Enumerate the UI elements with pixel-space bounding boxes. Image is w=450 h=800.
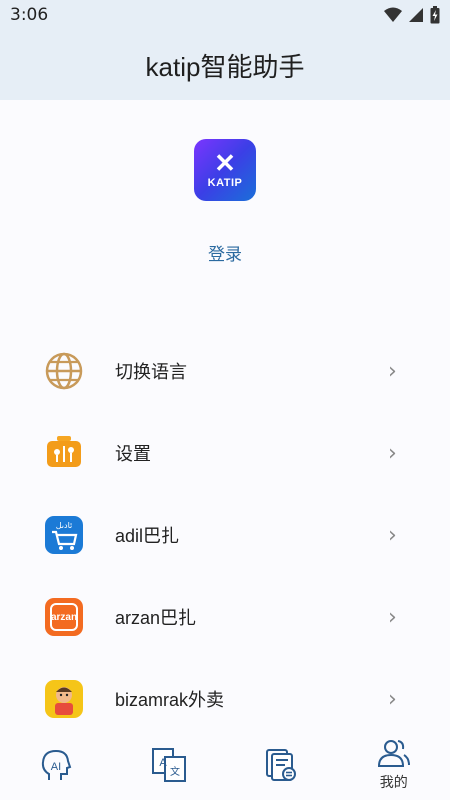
chevron-right-icon: › xyxy=(388,440,397,466)
translate-icon: A 文 xyxy=(151,748,186,782)
menu-item-arzan[interactable]: arzan arzan巴扎 › xyxy=(0,576,450,658)
tab-ai[interactable]: AI xyxy=(0,730,113,800)
menu-item-settings[interactable]: 设置 › xyxy=(0,412,450,494)
menu-item-bizamrak[interactable]: bizamrak外卖 › xyxy=(0,658,450,740)
tab-translate[interactable]: A 文 xyxy=(113,730,226,800)
users-icon xyxy=(377,740,410,767)
svg-text:A: A xyxy=(159,757,167,769)
app-header: katip智能助手 xyxy=(0,30,450,100)
tab-documents[interactable] xyxy=(225,730,338,800)
wifi-icon xyxy=(384,7,402,22)
menu-item-adil[interactable]: ﺋﺎدﯨﻞ adil巴扎 › xyxy=(0,494,450,576)
menu-item-label: arzan巴扎 xyxy=(115,608,197,628)
logo-text: KATIP xyxy=(207,177,243,189)
chevron-right-icon: › xyxy=(388,522,397,548)
login-link[interactable]: 登录 xyxy=(0,240,450,265)
adil-app-icon: ﺋﺎدﯨﻞ xyxy=(45,516,83,554)
svg-text:文: 文 xyxy=(170,765,180,778)
tab-mine[interactable]: 我的 xyxy=(338,730,450,800)
menu-item-label: 切换语言 xyxy=(115,362,187,382)
profile-page: ✕ KATIP 登录 切换语言 › 设置 › ﺋﺎدﯨﻞ adil巴扎 › ar… xyxy=(0,100,450,730)
menu-list: 切换语言 › 设置 › ﺋﺎدﯨﻞ adil巴扎 › arzan arzan巴扎… xyxy=(0,330,450,740)
battery-icon xyxy=(430,6,440,24)
app-logo: ✕ KATIP xyxy=(194,139,256,201)
tab-mine-label: 我的 xyxy=(379,775,408,791)
system-icons xyxy=(384,6,440,24)
menu-item-label: bizamrak外卖 xyxy=(115,690,225,710)
bizamrak-app-icon xyxy=(45,680,83,718)
arzan-app-icon: arzan xyxy=(45,598,83,636)
status-time: 3:06 xyxy=(10,5,49,25)
status-bar: 3:06 xyxy=(0,0,450,30)
svg-text:AI: AI xyxy=(51,761,61,773)
adil-icon-text: ﺋﺎدﯨﻞ xyxy=(56,521,73,530)
menu-item-label: adil巴扎 xyxy=(115,526,180,546)
chevron-right-icon: › xyxy=(388,604,397,630)
ai-head-icon: AI xyxy=(42,749,72,780)
menu-item-language[interactable]: 切换语言 › xyxy=(0,330,450,412)
settings-icon xyxy=(45,434,83,472)
logo-k-icon: ✕ xyxy=(214,148,236,178)
globe-icon xyxy=(45,352,83,390)
page-title: katip智能助手 xyxy=(145,51,305,82)
chevron-right-icon: › xyxy=(388,686,397,712)
bottom-tab-bar: AI A 文 我的 xyxy=(0,730,450,800)
arzan-icon-text: arzan xyxy=(51,612,77,623)
document-icon xyxy=(266,749,297,781)
signal-icon xyxy=(409,8,423,22)
menu-item-label: 设置 xyxy=(115,444,151,464)
chevron-right-icon: › xyxy=(388,358,397,384)
